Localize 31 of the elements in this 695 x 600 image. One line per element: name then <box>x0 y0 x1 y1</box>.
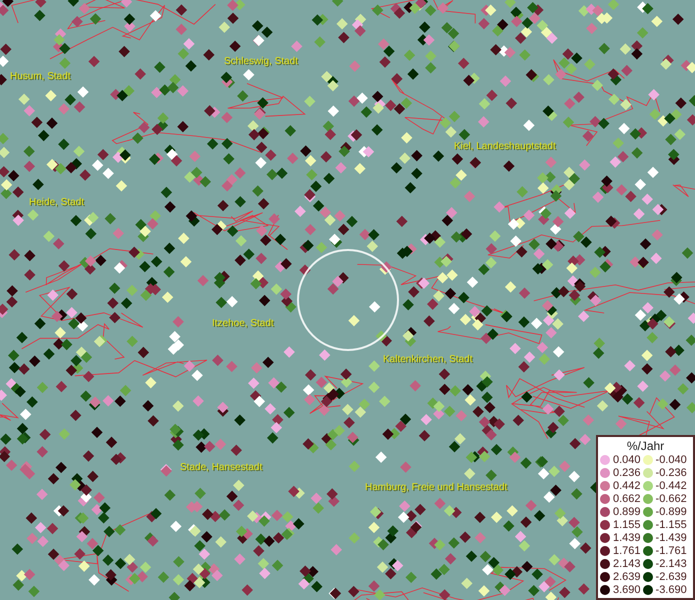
legend-value: 1.439 <box>613 532 641 544</box>
place-label: Kiel, Landeshauptstadt <box>454 141 556 152</box>
legend-value: 0.040 <box>613 454 641 466</box>
legend-value: -2.143 <box>656 558 687 570</box>
legend-value: 1.155 <box>613 518 641 531</box>
place-label: Schleswig, Stadt <box>224 56 298 67</box>
place-label: Stade, Hansestadt <box>180 462 262 473</box>
place-label: Husum, Stadt <box>10 71 71 82</box>
place-label: Hamburg, Freie und Hansestadt <box>365 482 508 493</box>
legend-value: -1.439 <box>656 532 687 544</box>
legend-value: -0.662 <box>656 492 687 505</box>
legend-title: %/Jahr <box>626 438 664 453</box>
legend-value: 0.236 <box>613 466 641 479</box>
legend-value: 0.442 <box>613 480 641 492</box>
legend-value: -0.899 <box>656 506 687 518</box>
legend-value: -2.639 <box>656 571 687 584</box>
legend-value: 3.690 <box>613 584 641 596</box>
place-label: Itzehoe, Stadt <box>212 318 274 329</box>
legend-value: -1.761 <box>656 545 687 558</box>
legend-value: 2.639 <box>613 571 641 584</box>
legend-value: 2.143 <box>613 558 641 570</box>
place-label: Heide, Stadt <box>29 197 84 208</box>
legend-value: -3.690 <box>656 584 687 596</box>
legend-value: -0.442 <box>656 480 687 492</box>
place-label: Kaltenkirchen, Stadt <box>383 354 472 365</box>
legend-value: 1.761 <box>613 545 641 558</box>
legend-value: 0.662 <box>613 492 641 505</box>
legend-value: -0.236 <box>656 466 687 479</box>
legend-value: 0.899 <box>613 506 641 518</box>
legend-value: -0.040 <box>656 454 687 466</box>
legend-value: -1.155 <box>656 518 687 531</box>
